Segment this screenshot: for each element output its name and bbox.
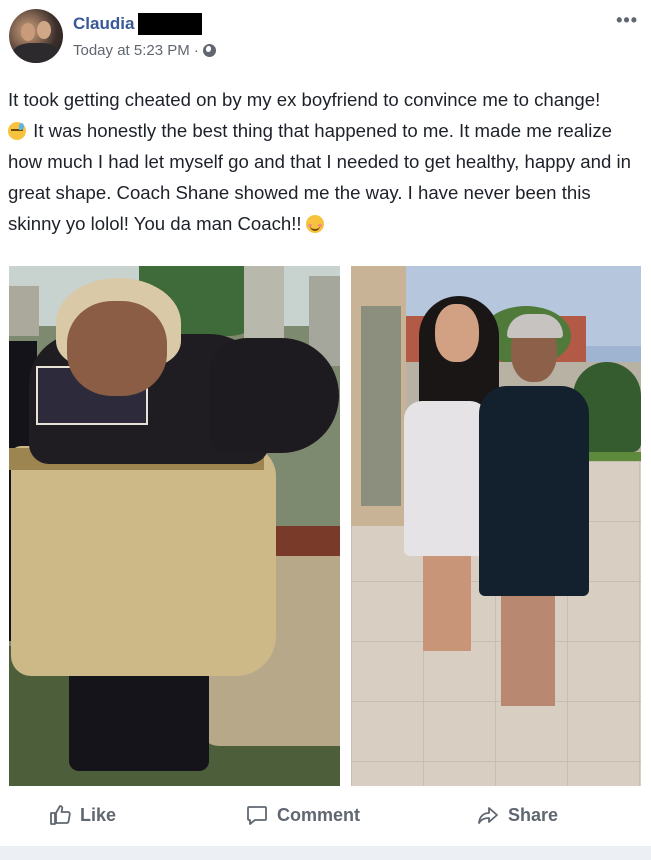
smiling-face-emoji-icon <box>305 215 324 233</box>
avatar-face-left <box>21 23 35 41</box>
photo-face <box>67 301 167 396</box>
share-label: Share <box>508 804 559 825</box>
photo-legs <box>423 551 471 651</box>
post-actions-bar: Like Comment Share <box>0 794 651 836</box>
redacted-surname-block <box>138 13 203 35</box>
thumbs-up-icon <box>50 805 71 825</box>
photo-legs <box>501 591 555 706</box>
avatar-face-right <box>37 21 51 39</box>
comment-button[interactable]: Comment <box>245 794 360 836</box>
post-body: It took getting cheated on by my ex boyf… <box>8 84 648 239</box>
post-text-part1: It took getting cheated on by my ex boyf… <box>8 89 601 110</box>
post-timestamp[interactable]: Today at 5:23 PM · <box>73 42 199 59</box>
like-button[interactable]: Like <box>48 794 116 836</box>
photo-woven-skirt <box>11 446 276 676</box>
card-bottom-edge <box>0 846 651 860</box>
share-button[interactable]: Share <box>476 794 558 836</box>
avatar-body <box>13 43 59 63</box>
author-name[interactable]: Claudia <box>73 14 134 34</box>
ellipsis-icon[interactable]: ••• <box>616 10 638 31</box>
facebook-post-card: Claudia Today at 5:23 PM · ••• It took g… <box>0 0 651 860</box>
author-row: Claudia <box>73 12 203 36</box>
photo-face <box>435 304 479 362</box>
photo-before[interactable] <box>9 266 340 786</box>
avatar[interactable] <box>9 9 63 63</box>
photo-hair <box>507 314 563 338</box>
photo-black-dress <box>479 386 589 596</box>
like-label: Like <box>80 804 117 825</box>
comment-bubble-icon <box>247 806 267 825</box>
photo-legs <box>69 661 209 771</box>
photo-white-dress <box>404 401 488 556</box>
photo-door <box>361 306 401 506</box>
comment-label: Comment <box>277 804 361 825</box>
photo-arm <box>209 338 339 453</box>
sweat-emoji-icon <box>8 122 26 140</box>
photo-after[interactable] <box>351 266 641 786</box>
post-meta: Today at 5:23 PM · <box>73 42 216 59</box>
photo-headstone <box>9 286 39 336</box>
globe-icon[interactable] <box>202 44 216 57</box>
share-arrow-icon <box>478 807 498 824</box>
